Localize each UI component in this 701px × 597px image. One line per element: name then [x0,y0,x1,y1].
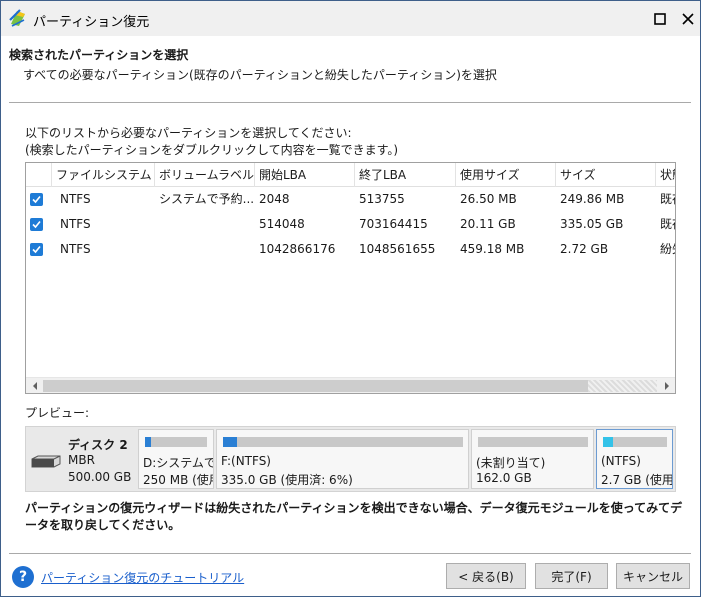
column-header-select[interactable] [26,163,52,187]
partition-block[interactable]: (未割り当て) 162.0 GB [471,429,594,489]
divider [9,553,691,554]
maximize-button[interactable] [647,7,673,31]
partition-detail: 335.0 GB (使用済: 6%) [221,473,353,487]
cell-size: 2.72 GB [560,242,609,256]
cell-used-size: 26.50 MB [460,192,517,206]
row-checkbox[interactable] [30,243,43,256]
column-header-used-size[interactable]: 使用サイズ [456,163,556,187]
cell-start-lba: 514048 [259,217,305,231]
cell-filesystem: NTFS [60,217,91,231]
help-icon[interactable]: ? [12,566,34,588]
maximize-icon [654,13,666,25]
cell-status: 既存 [660,217,675,231]
usage-bar [603,437,667,447]
row-checkbox[interactable] [30,218,43,231]
cell-used-size: 20.11 GB [460,217,516,231]
cancel-button[interactable]: キャンセル [616,563,690,589]
usage-bar [145,437,207,447]
usage-bar [223,437,463,447]
disk-preview: ディスク 2 MBR 500.00 GB D:システムで予 250 MB (使用… [25,426,676,492]
column-header-volume-label[interactable]: ボリュームラベル [155,163,255,187]
table-row[interactable]: NTFS 514048 703164415 20.11 GB 335.05 GB… [26,212,675,237]
app-logo-icon [9,9,25,27]
partition-name: D:システムで予 [143,456,213,470]
partition-name: F:(NTFS) [221,454,271,468]
checkmark-icon [32,245,41,254]
scroll-left-icon [32,382,37,390]
close-button[interactable] [675,7,701,31]
usage-bar [478,437,588,447]
partition-name: (NTFS) [601,454,641,468]
cell-filesystem: NTFS [60,192,91,206]
cell-size: 249.86 MB [560,192,625,206]
cell-volume-label: システムで予約... [159,192,255,206]
cell-end-lba: 1048561655 [359,242,436,256]
cell-size: 335.05 GB [560,217,624,231]
checkmark-icon [32,220,41,229]
partition-list[interactable]: ファイルシステム ボリュームラベル 開始LBA 終了LBA 使用サイズ サイズ … [25,162,676,394]
cell-end-lba: 703164415 [359,217,428,231]
instruction-text: 以下のリストから必要なパーティションを選択してください: [25,126,352,140]
close-icon [682,13,694,25]
page-title: 検索されたパーティションを選択 [9,48,189,62]
cell-status: 既存 [660,192,675,206]
window-title: パーティション復元 [33,15,150,30]
partition-name: (未割り当て) [476,456,546,470]
finish-button[interactable]: 完了(F) [535,563,608,589]
scrollbar-track[interactable] [588,380,657,392]
cell-used-size: 459.18 MB [460,242,525,256]
disk-name: ディスク 2 [68,438,128,452]
hard-disk-icon [31,455,61,468]
preview-label: プレビュー: [25,406,90,420]
disk-info: ディスク 2 MBR 500.00 GB [26,427,138,491]
usage-fill [145,437,152,447]
partition-detail: 2.7 GB (使用 [601,473,673,487]
cell-filesystem: NTFS [60,242,91,256]
column-header-filesystem[interactable]: ファイルシステム [52,163,155,187]
divider [9,102,691,103]
partition-detail: 162.0 GB [476,471,532,485]
disk-type: MBR [68,453,95,467]
column-header-size[interactable]: サイズ [556,163,656,187]
page-subtitle: すべての必要なパーティション(既存のパーティションと紛失したパーティション)を選… [23,68,497,82]
back-button[interactable]: < 戻る(B) [446,563,526,589]
column-header-start-lba[interactable]: 開始LBA [255,163,355,187]
cell-start-lba: 2048 [259,192,290,206]
table-row[interactable]: NTFS システムで予約... 2048 513755 26.50 MB 249… [26,187,675,212]
table-row[interactable]: NTFS 1042866176 1048561655 459.18 MB 2.7… [26,237,675,262]
instruction-hint: (検索したパーティションをダブルクリックして内容を一覧できます。) [25,143,399,157]
recovery-note: パーティションの復元ウィザードは紛失されたパーティションを検出できない場合、デー… [25,501,683,532]
horizontal-scrollbar[interactable] [26,377,675,393]
list-header: ファイルシステム ボリュームラベル 開始LBA 終了LBA 使用サイズ サイズ … [26,163,675,187]
disk-size: 500.00 GB [68,470,132,484]
column-header-end-lba[interactable]: 終了LBA [355,163,456,187]
column-header-status[interactable]: 状態 [656,163,675,187]
scroll-right-icon [664,382,669,390]
partition-block[interactable]: (NTFS) 2.7 GB (使用 [596,429,673,489]
partition-detail: 250 MB (使用済 [143,473,213,487]
cell-status: 紛失 [660,242,675,256]
scroll-right-button[interactable] [658,378,675,393]
usage-fill [223,437,238,447]
cell-volume-label [155,212,255,237]
checkmark-icon [32,195,41,204]
cell-start-lba: 1042866176 [259,242,336,256]
usage-fill [603,437,613,447]
partition-block[interactable]: F:(NTFS) 335.0 GB (使用済: 6%) [216,429,469,489]
scroll-left-button[interactable] [26,378,43,393]
tutorial-link[interactable]: パーティション復元のチュートリアル [41,569,244,586]
scrollbar-thumb[interactable] [43,380,588,392]
title-bar: パーティション復元 [0,0,701,36]
cell-volume-label [155,237,255,262]
partition-block[interactable]: D:システムで予 250 MB (使用済 [138,429,214,489]
window-body: 検索されたパーティションを選択 すべての必要なパーティション(既存のパーティショ… [0,36,701,597]
cell-end-lba: 513755 [359,192,405,206]
row-checkbox[interactable] [30,193,43,206]
